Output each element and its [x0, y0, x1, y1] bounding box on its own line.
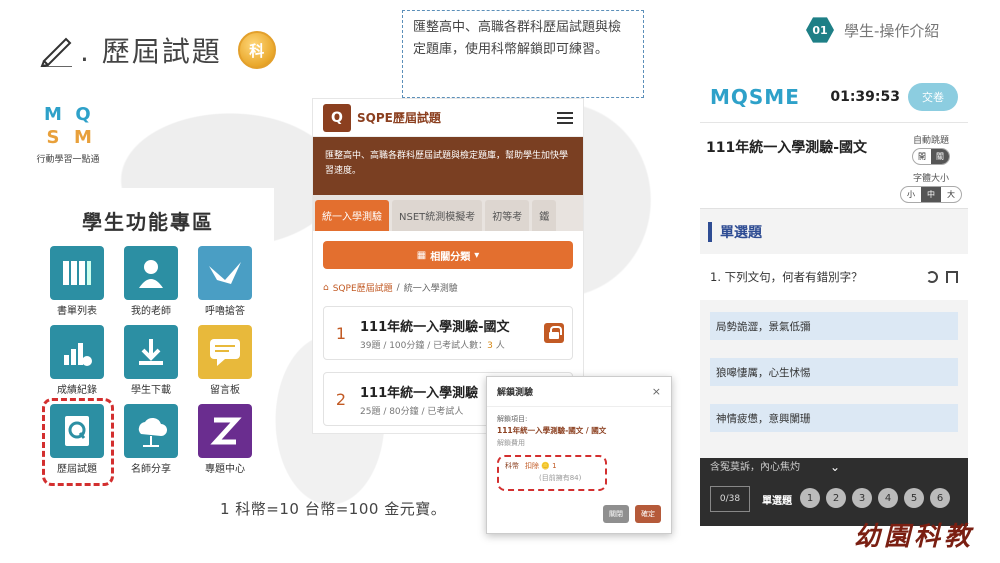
unlock-dialog: 解鎖測驗 × 解鎖項目: 111年統一入學測驗-國文 / 國文 解鎖費用 科幣 … — [486, 376, 672, 534]
func-project-center[interactable]: 專題中心 — [188, 404, 262, 475]
brand-signature: 幼園科教 — [854, 522, 975, 552]
question-numbers: 1 2 3 4 5 6 — [800, 488, 950, 508]
func-my-teacher[interactable]: 我的老師 — [114, 246, 188, 317]
auto-jump-control: 自動跳題 開 關 — [912, 133, 950, 165]
mqsme-logo: MQSME — [710, 85, 800, 109]
logo-caption: 行動學習一點通 — [36, 155, 100, 165]
answer-option[interactable]: 神情疲憊，意興闌珊 — [710, 404, 958, 432]
progress-counter: 0/38 — [710, 486, 750, 512]
project-z-icon — [198, 404, 252, 458]
page-title: . 歷屆試題 科 — [40, 30, 276, 70]
font-size-control: 字體大小 小 中 大 — [900, 171, 962, 203]
deduct-highlight: 科幣 扣除 🪙 1 (目前擁有84) — [497, 455, 607, 491]
func-grade-record[interactable]: 成績紀錄 — [40, 325, 114, 396]
exchange-rate-note: 1 科幣=10 台幣=100 金元寶。 — [220, 500, 447, 518]
download-icon — [124, 325, 178, 379]
caret-down-icon: ▾ — [474, 249, 480, 261]
page-title-text: . 歷屆試題 — [80, 35, 222, 68]
func-past-exams[interactable]: 歷屆試題 — [40, 398, 114, 486]
exam-card[interactable]: 1 111年統一入學測驗-國文 39題 / 100分鐘 / 已考試人數：3 人 — [323, 306, 573, 360]
breadcrumb-current: 統一入學測驗 — [403, 284, 458, 294]
font-size-toggle[interactable]: 小 中 大 — [900, 186, 962, 203]
question-number-button[interactable]: 4 — [878, 488, 898, 508]
exam-screen: MQSME 01:39:53 交卷 111年統一入學測驗-國文 自動跳題 開 關… — [700, 72, 968, 526]
coin-label: 科幣 — [505, 462, 519, 470]
sqpe-title: SQPE歷屆試題 — [357, 111, 441, 125]
chart-icon — [50, 325, 104, 379]
question-number-button[interactable]: 2 — [826, 488, 846, 508]
answer-option[interactable]: 局勢詭澀，景氣低彌 — [710, 312, 958, 340]
function-grid: 書單列表 我的老師 呼嚕搶答 成績紀錄 學生下載 留言板 歷屆試題 名師分享 專… — [40, 246, 262, 486]
breadcrumb: ⌂ SQPE歷屆試題 / 統一入學測驗 — [323, 281, 458, 295]
bookshelf-icon — [50, 246, 104, 300]
holding-amount: (目前擁有84) — [539, 474, 582, 482]
close-icon[interactable]: × — [652, 385, 661, 398]
sqpe-header: Q SQPE歷屆試題 — [313, 99, 583, 137]
chevron-down-icon[interactable]: ⌄ — [830, 460, 840, 474]
exam-book-icon — [50, 404, 104, 458]
sqpe-tabs: 統一入學測驗 NSET統測模擬考 初等考 鐵 — [313, 195, 583, 231]
single-choice-label: 單選題 — [762, 496, 792, 507]
exam-title: 111年統一入學測驗-國文 — [706, 140, 868, 156]
bird-icon — [198, 246, 252, 300]
question: 1. 下列文句，何者有錯別字？ — [700, 254, 968, 300]
dialog-confirm-button[interactable]: 確定 — [635, 505, 661, 523]
pen-writing-icon — [40, 33, 74, 68]
category-button[interactable]: ▦ 相關分類 ▾ — [323, 241, 573, 269]
func-quick-answer[interactable]: 呼嚕搶答 — [188, 246, 262, 317]
dialog-cost-label: 解鎖費用 — [497, 439, 525, 447]
breadcrumb-home[interactable]: SQPE歷屆試題 — [333, 281, 393, 294]
exam-meta: 39題 / 100分鐘 / 已考試人數：3 人 — [360, 340, 505, 351]
question-number-button[interactable]: 5 — [904, 488, 924, 508]
auto-jump-toggle[interactable]: 開 關 — [912, 148, 950, 165]
tab-unified-exam[interactable]: 統一入學測驗 — [315, 200, 389, 231]
deduct-amount: 扣除 🪙 1 — [525, 462, 557, 470]
dialog-item: 111年統一入學測驗-國文 / 國文 — [497, 426, 607, 435]
section-number-badge: 01 — [806, 17, 834, 43]
submit-button[interactable]: 交卷 — [908, 83, 958, 111]
home-icon: ⌂ — [323, 282, 329, 293]
undo-icon[interactable] — [926, 271, 938, 283]
question-number-button[interactable]: 3 — [852, 488, 872, 508]
exam-name: 111年統一入學測驗-國文 — [360, 319, 510, 335]
answer-option[interactable]: 狼嗥悽厲，心生怵惕 — [710, 358, 958, 386]
tab-railway[interactable]: 鐵 — [532, 200, 557, 231]
mqsme-logo: M Q S M — [44, 104, 92, 148]
bookmark-icon[interactable] — [946, 271, 958, 283]
lock-icon[interactable] — [544, 323, 564, 343]
grid-icon: ▦ — [416, 249, 427, 261]
answer-option-partial: 含冤莫訴，內心焦灼 — [710, 462, 800, 473]
coin-icon: 科 — [237, 31, 276, 69]
message-icon — [198, 325, 252, 379]
cloud-share-icon — [124, 404, 178, 458]
panel-title: 學生功能專區 — [82, 210, 214, 234]
section-tag: 01 學生-操作介紹 — [806, 16, 939, 44]
exam-number: 1 — [335, 323, 347, 343]
question-text: 1. 下列文句，何者有錯別字？ — [710, 270, 863, 284]
section-title: 單選題 — [720, 224, 762, 241]
dialog-title: 解鎖測驗 — [497, 388, 534, 398]
func-teacher-share[interactable]: 名師分享 — [114, 404, 188, 475]
exam-timer: 01:39:53 — [830, 89, 900, 105]
func-student-download[interactable]: 學生下載 — [114, 325, 188, 396]
question-number-button[interactable]: 6 — [930, 488, 950, 508]
hamburger-menu-icon[interactable] — [557, 111, 573, 124]
tab-elementary[interactable]: 初等考 — [485, 200, 530, 231]
student-function-panel: 學生功能專區 書單列表 我的老師 呼嚕搶答 成績紀錄 學生下載 留言板 歷屆試題… — [22, 188, 274, 486]
section-header: 單選題 — [700, 208, 968, 254]
func-booklist[interactable]: 書單列表 — [40, 246, 114, 317]
section-label: 學生-操作介紹 — [844, 21, 940, 40]
mqsme-logo-card: M Q S M 行動學習一點通 — [24, 98, 112, 172]
tab-nset[interactable]: NSET統測模擬考 — [392, 200, 483, 231]
exam-number: 2 — [335, 389, 347, 409]
teacher-icon — [124, 246, 178, 300]
intro-description: 匯整高中、高職各群科歷屆試題與檢定題庫，使用科幣解鎖即可練習。 — [402, 10, 644, 98]
dialog-close-button[interactable]: 關閉 — [603, 505, 629, 523]
sqpe-logo-icon: Q — [323, 103, 351, 132]
dialog-item-label: 解鎖項目: — [497, 415, 528, 423]
question-number-button[interactable]: 1 — [800, 488, 820, 508]
func-message-board[interactable]: 留言板 — [188, 325, 262, 396]
sqpe-banner: 匯整高中、高職各群科歷屆試題與檢定題庫，幫助學生加快學習速度。 — [313, 137, 583, 195]
